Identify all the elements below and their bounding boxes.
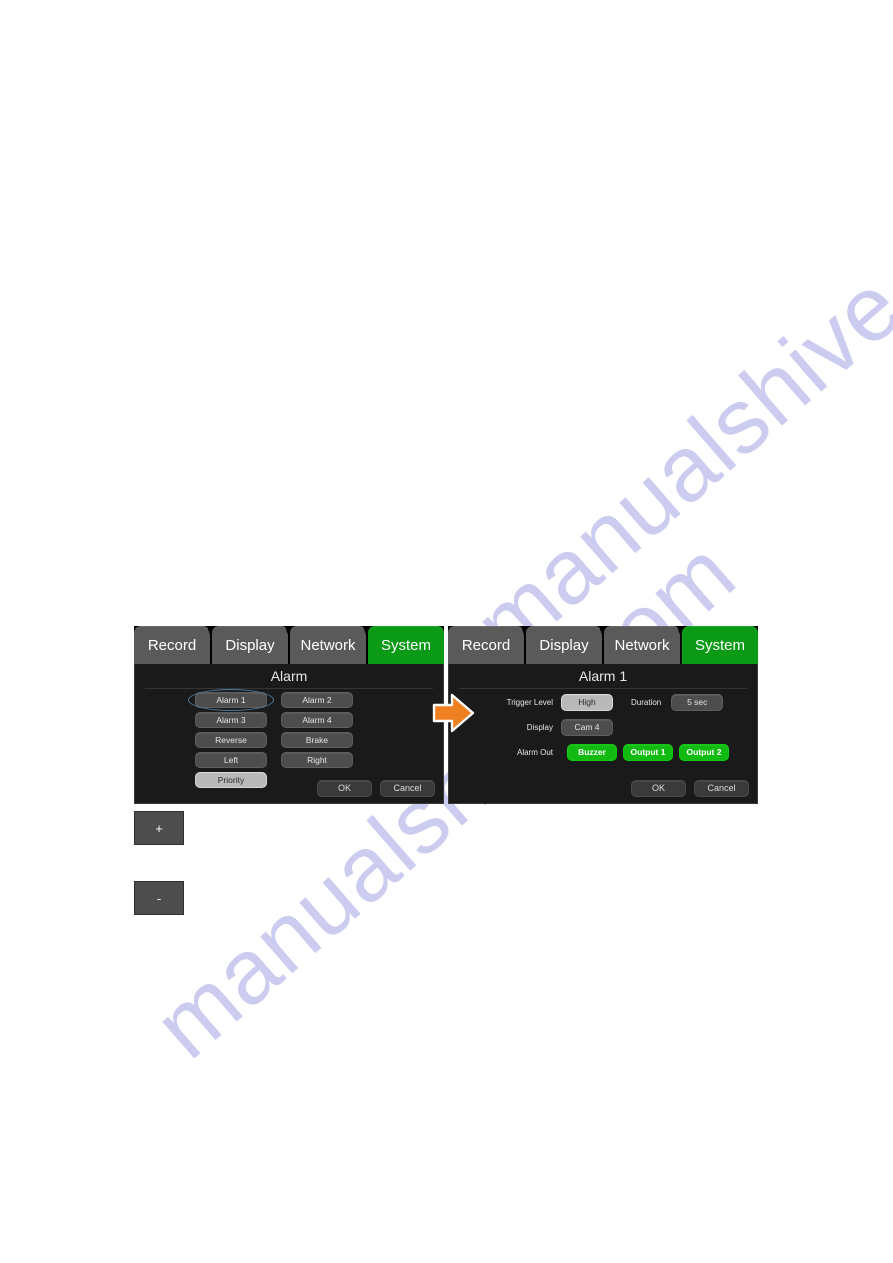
left-button[interactable]: Left [195, 752, 267, 768]
panel-divider-2 [459, 688, 747, 689]
alarm-out-label: Alarm Out [516, 748, 553, 757]
alarm-out-row: Alarm Out Buzzer Output 1 Output 2 [449, 744, 757, 761]
tab-record-2[interactable]: Record [448, 626, 527, 664]
watermark-text-upper: manualshive.com [455, 121, 893, 678]
ok-button-left[interactable]: OK [317, 780, 372, 797]
alarm-4-button[interactable]: Alarm 4 [281, 712, 353, 728]
tab-display-label: Display [225, 636, 275, 654]
tab-display-2[interactable]: Display [526, 626, 605, 664]
alarm-1-wrapper: Alarm 1 [188, 689, 274, 711]
display-value[interactable]: Cam 4 [561, 719, 613, 736]
zoom-in-button[interactable]: + [134, 811, 184, 845]
tab-system[interactable]: System [368, 626, 444, 664]
alarm-out-output-1[interactable]: Output 1 [623, 744, 673, 761]
trigger-level-row: Trigger Level High Duration 5 sec [449, 694, 757, 711]
panel-title-alarm: Alarm [270, 668, 308, 684]
tab-network-2[interactable]: Network [604, 626, 683, 664]
tab-system-2[interactable]: System [682, 626, 758, 664]
alarm-settings-form: Trigger Level High Duration 5 sec Displa… [449, 694, 757, 769]
zoom-out-button[interactable]: - [134, 881, 184, 915]
trigger-level-value[interactable]: High [561, 694, 613, 711]
panel-title-alarm-1: Alarm 1 [578, 668, 628, 684]
alarm-out-output-2[interactable]: Output 2 [679, 744, 729, 761]
tab-system-label: System [380, 636, 431, 654]
ok-button-right[interactable]: OK [631, 780, 686, 797]
tab-bar-left: Record Display Network System [134, 626, 444, 664]
alarm-3-button[interactable]: Alarm 3 [195, 712, 267, 728]
alarm-list-footer: OK Cancel [317, 780, 435, 797]
display-row: Display Cam 4 [449, 719, 757, 736]
cancel-button-left[interactable]: Cancel [380, 780, 435, 797]
alarm-detail-panel: Alarm 1 Trigger Level High Duration 5 se… [448, 664, 758, 804]
reverse-button[interactable]: Reverse [195, 732, 267, 748]
priority-button[interactable]: Priority [195, 772, 267, 788]
tab-system-2-label: System [694, 636, 745, 654]
tab-network-2-label: Network [614, 636, 670, 654]
alarm-out-buzzer[interactable]: Buzzer [567, 744, 617, 761]
duration-label: Duration [631, 698, 662, 707]
duration-value[interactable]: 5 sec [671, 694, 724, 711]
panel-divider [145, 688, 433, 689]
alarm-detail-screen: Record Display Network System Alarm 1 Tr… [448, 626, 758, 804]
tab-record-label: Record [147, 636, 197, 654]
alarm-1-button[interactable]: Alarm 1 [195, 692, 267, 708]
tab-display-2-label: Display [539, 636, 589, 654]
tab-network-label: Network [300, 636, 356, 654]
cancel-button-right[interactable]: Cancel [694, 780, 749, 797]
alarm-detail-footer: OK Cancel [631, 780, 749, 797]
tab-record[interactable]: Record [134, 626, 213, 664]
right-arrow-icon [432, 693, 475, 733]
tab-display[interactable]: Display [212, 626, 291, 664]
alarm-source-grid: Alarm 1 Alarm 2 Alarm 3 Alarm 4 Reverse … [188, 689, 385, 788]
alarm-2-button[interactable]: Alarm 2 [281, 692, 353, 708]
tab-network[interactable]: Network [290, 626, 369, 664]
tab-bar-right: Record Display Network System [448, 626, 758, 664]
alarm-list-screen: Record Display Network System Alarm Alar… [134, 626, 444, 804]
brake-button[interactable]: Brake [281, 732, 353, 748]
tab-record-2-label: Record [461, 636, 511, 654]
alarm-list-panel: Alarm Alarm 1 Alarm 2 Alarm 3 Alarm 4 Re… [134, 664, 444, 804]
right-button[interactable]: Right [281, 752, 353, 768]
